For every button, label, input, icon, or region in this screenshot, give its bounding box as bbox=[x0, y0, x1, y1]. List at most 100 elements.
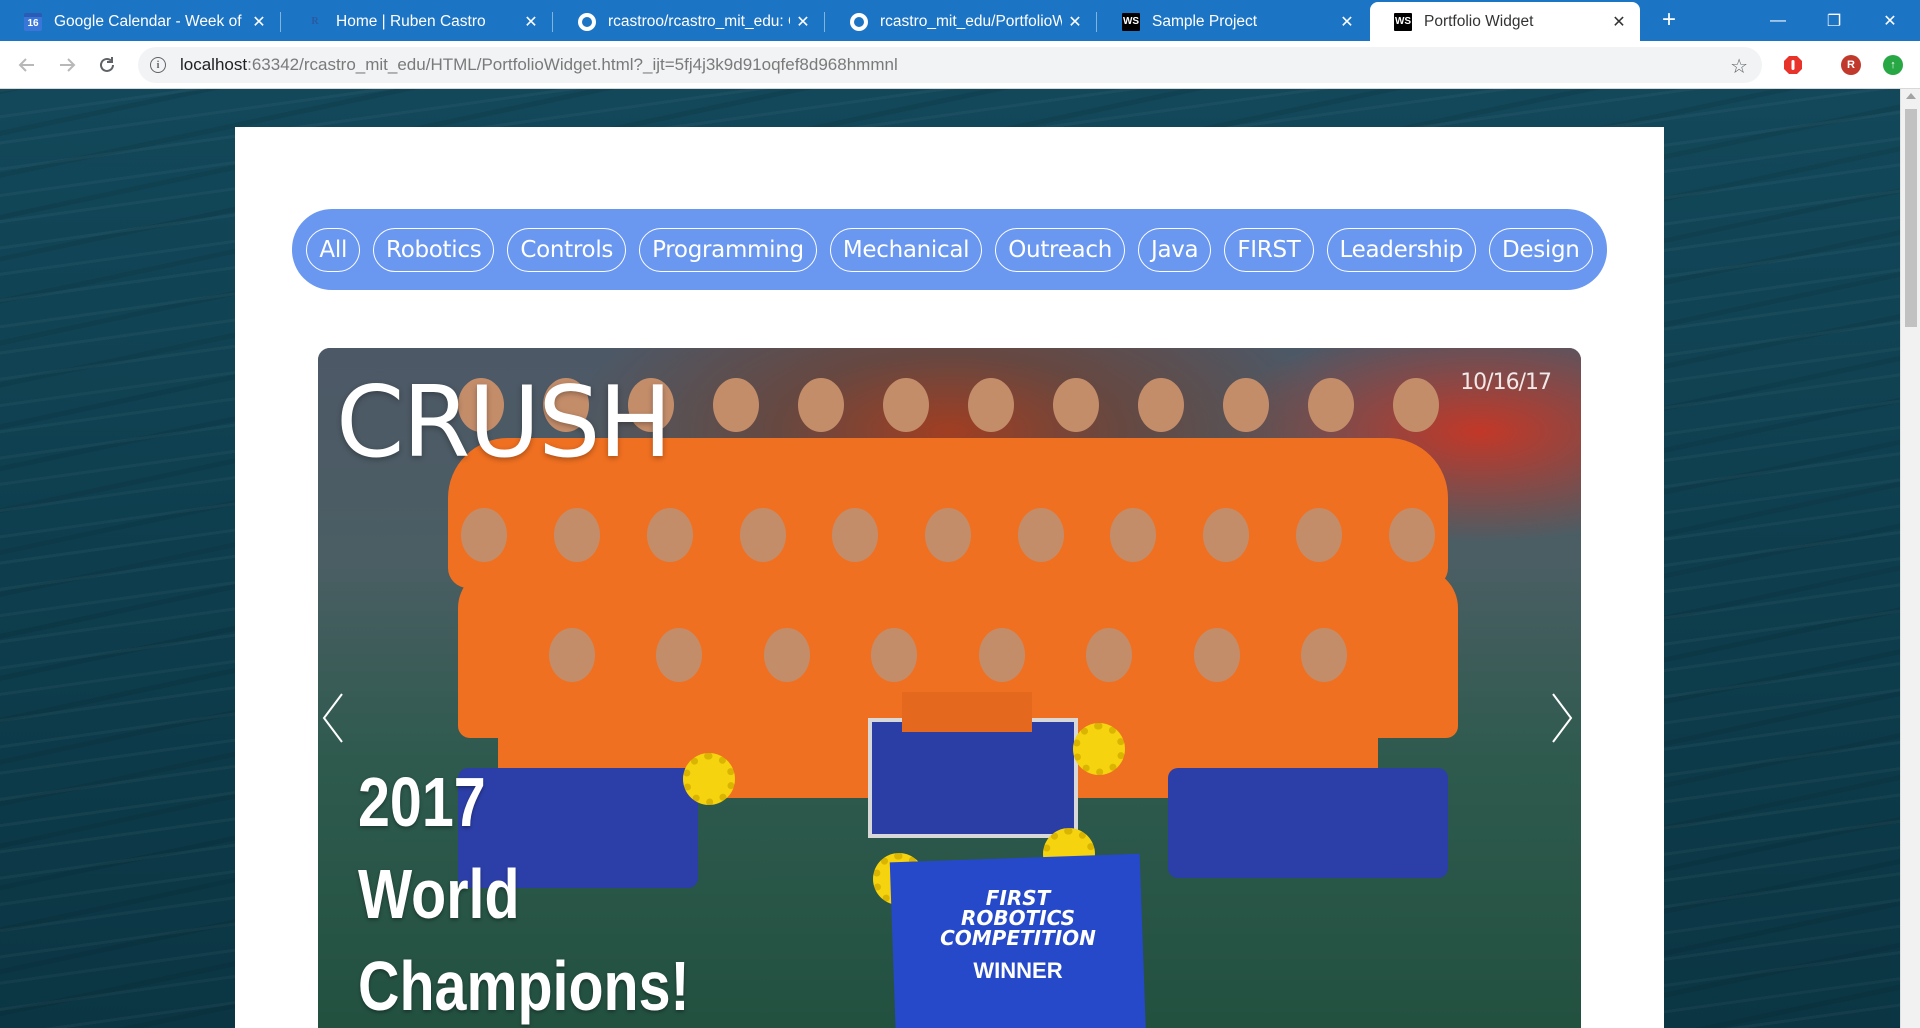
banner-line: FIRST bbox=[985, 886, 1051, 910]
back-button[interactable] bbox=[12, 50, 42, 80]
filter-design[interactable]: Design bbox=[1488, 227, 1593, 272]
photo-jeans-right bbox=[1168, 768, 1448, 878]
minimize-button[interactable]: — bbox=[1750, 0, 1806, 41]
photo-head bbox=[871, 628, 918, 682]
banner-text: FIRST ROBOTICS COMPETITION bbox=[928, 888, 1108, 948]
tab-separator bbox=[552, 12, 553, 32]
site-info-icon[interactable]: i bbox=[150, 57, 166, 73]
tab-title: Home | Ruben Castro bbox=[336, 12, 486, 30]
portfolio-slide[interactable]: FIRST ROBOTICS COMPETITION WINNER CRUSH … bbox=[318, 348, 1581, 1028]
photo-head bbox=[461, 508, 508, 562]
scroll-thumb[interactable] bbox=[1905, 109, 1917, 327]
photo-heads-middle bbox=[438, 508, 1458, 562]
chevron-left-icon bbox=[322, 693, 343, 743]
close-tab-icon[interactable]: ✕ bbox=[1062, 12, 1088, 32]
photo-head bbox=[1222, 378, 1269, 432]
caption-line: Champions! bbox=[358, 947, 690, 1025]
close-tab-icon[interactable]: ✕ bbox=[518, 12, 544, 32]
filter-bar: All Robotics Controls Programming Mechan… bbox=[292, 209, 1607, 290]
prev-slide-button[interactable] bbox=[318, 688, 348, 748]
slide-caption: 2017 World Champions! bbox=[358, 756, 690, 1028]
tab-portfolio-widget[interactable]: WS Portfolio Widget ✕ bbox=[1370, 2, 1640, 41]
tab-title: Sample Project bbox=[1152, 12, 1258, 30]
browser-tab-strip: 16 Google Calendar - Week of N ✕ R Home … bbox=[0, 0, 1920, 41]
photo-head bbox=[882, 378, 929, 432]
photo-gear bbox=[683, 753, 735, 805]
url-host: localhost bbox=[180, 55, 248, 74]
adblock-extension-icon[interactable] bbox=[1783, 55, 1803, 75]
banner-line: ROBOTICS bbox=[960, 906, 1076, 930]
photo-head bbox=[1052, 378, 1099, 432]
banner-line: COMPETITION bbox=[940, 926, 1096, 950]
reload-icon bbox=[100, 57, 114, 72]
forward-arrow-icon bbox=[60, 58, 76, 72]
photo-head bbox=[1307, 378, 1354, 432]
photo-head bbox=[646, 508, 693, 562]
bookmark-star-icon[interactable]: ☆ bbox=[1730, 54, 1748, 79]
new-tab-button[interactable]: + bbox=[1655, 6, 1683, 34]
address-bar[interactable]: i localhost:63342/rcastro_mit_edu/HTML/P… bbox=[138, 47, 1762, 83]
photo-head bbox=[1137, 378, 1184, 432]
filter-controls[interactable]: Controls bbox=[507, 227, 627, 272]
close-tab-icon[interactable]: ✕ bbox=[790, 12, 816, 32]
photo-head bbox=[1193, 628, 1240, 682]
photo-head bbox=[1110, 508, 1157, 562]
photo-head bbox=[1017, 508, 1064, 562]
page-scrollbar[interactable] bbox=[1900, 89, 1920, 1028]
close-tab-icon[interactable]: ✕ bbox=[246, 12, 272, 32]
filter-leadership[interactable]: Leadership bbox=[1326, 227, 1476, 272]
tab-github-portfolio[interactable]: rcastro_mit_edu/PortfolioWic ✕ bbox=[826, 2, 1097, 41]
photo-head bbox=[656, 628, 703, 682]
close-tab-icon[interactable]: ✕ bbox=[1334, 12, 1360, 32]
webstorm-icon: WS bbox=[1394, 12, 1412, 31]
tab-title: Portfolio Widget bbox=[1424, 12, 1534, 30]
close-tab-icon[interactable]: ✕ bbox=[1606, 12, 1632, 32]
filter-programming[interactable]: Programming bbox=[639, 227, 817, 272]
photo-head bbox=[554, 508, 601, 562]
photo-head bbox=[1388, 508, 1435, 562]
green-extension-icon[interactable]: ↑ bbox=[1883, 55, 1903, 75]
calendar-icon: 16 bbox=[24, 12, 42, 31]
photo-head bbox=[832, 508, 879, 562]
photo-gear bbox=[1073, 723, 1125, 775]
tab-separator bbox=[280, 12, 281, 32]
profile-avatar[interactable]: R bbox=[1841, 55, 1861, 75]
github-icon bbox=[850, 12, 868, 31]
page-viewport: All Robotics Controls Programming Mechan… bbox=[0, 89, 1900, 1028]
photo-head bbox=[967, 378, 1014, 432]
slide-date: 10/16/17 bbox=[1460, 370, 1552, 395]
back-arrow-icon bbox=[18, 58, 34, 72]
reload-button[interactable] bbox=[92, 50, 122, 80]
photo-head bbox=[1086, 628, 1133, 682]
tab-google-calendar[interactable]: 16 Google Calendar - Week of N ✕ bbox=[0, 2, 281, 41]
tab-separator bbox=[1096, 12, 1097, 32]
photo-head bbox=[739, 508, 786, 562]
tab-title: Google Calendar - Week of N bbox=[54, 12, 246, 30]
tab-github-repo[interactable]: rcastroo/rcastro_mit_edu: Co ✕ bbox=[554, 2, 825, 41]
photo-head bbox=[763, 628, 810, 682]
banner-winner: WINNER bbox=[973, 958, 1063, 983]
restore-button[interactable]: ❐ bbox=[1806, 0, 1862, 41]
tab-sample-project[interactable]: WS Sample Project ✕ bbox=[1098, 2, 1368, 41]
forward-button[interactable] bbox=[52, 50, 82, 80]
close-window-button[interactable]: ✕ bbox=[1862, 0, 1918, 41]
photo-head bbox=[1392, 378, 1439, 432]
next-slide-button[interactable] bbox=[1547, 688, 1577, 748]
webstorm-icon: WS bbox=[1122, 12, 1140, 31]
adblock-icon bbox=[1784, 56, 1802, 74]
filter-first[interactable]: FIRST bbox=[1224, 227, 1314, 272]
filter-outreach[interactable]: Outreach bbox=[995, 227, 1125, 272]
photo-robot bbox=[868, 692, 1078, 838]
filter-robotics[interactable]: Robotics bbox=[373, 227, 495, 272]
tab-ruben-castro-home[interactable]: R Home | Ruben Castro ✕ bbox=[282, 2, 553, 41]
photo-head bbox=[924, 508, 971, 562]
filter-all[interactable]: All bbox=[306, 227, 361, 272]
filter-java[interactable]: Java bbox=[1137, 227, 1212, 272]
tab-title: rcastroo/rcastro_mit_edu: Co bbox=[608, 12, 790, 30]
tab-title: rcastro_mit_edu/PortfolioWic bbox=[880, 12, 1062, 30]
url-text[interactable]: localhost:63342/rcastro_mit_edu/HTML/Por… bbox=[180, 55, 898, 75]
filter-mechanical[interactable]: Mechanical bbox=[829, 227, 983, 272]
site-r-icon: R bbox=[311, 16, 319, 27]
scroll-up-icon[interactable] bbox=[1906, 93, 1916, 99]
photo-head bbox=[1295, 508, 1342, 562]
